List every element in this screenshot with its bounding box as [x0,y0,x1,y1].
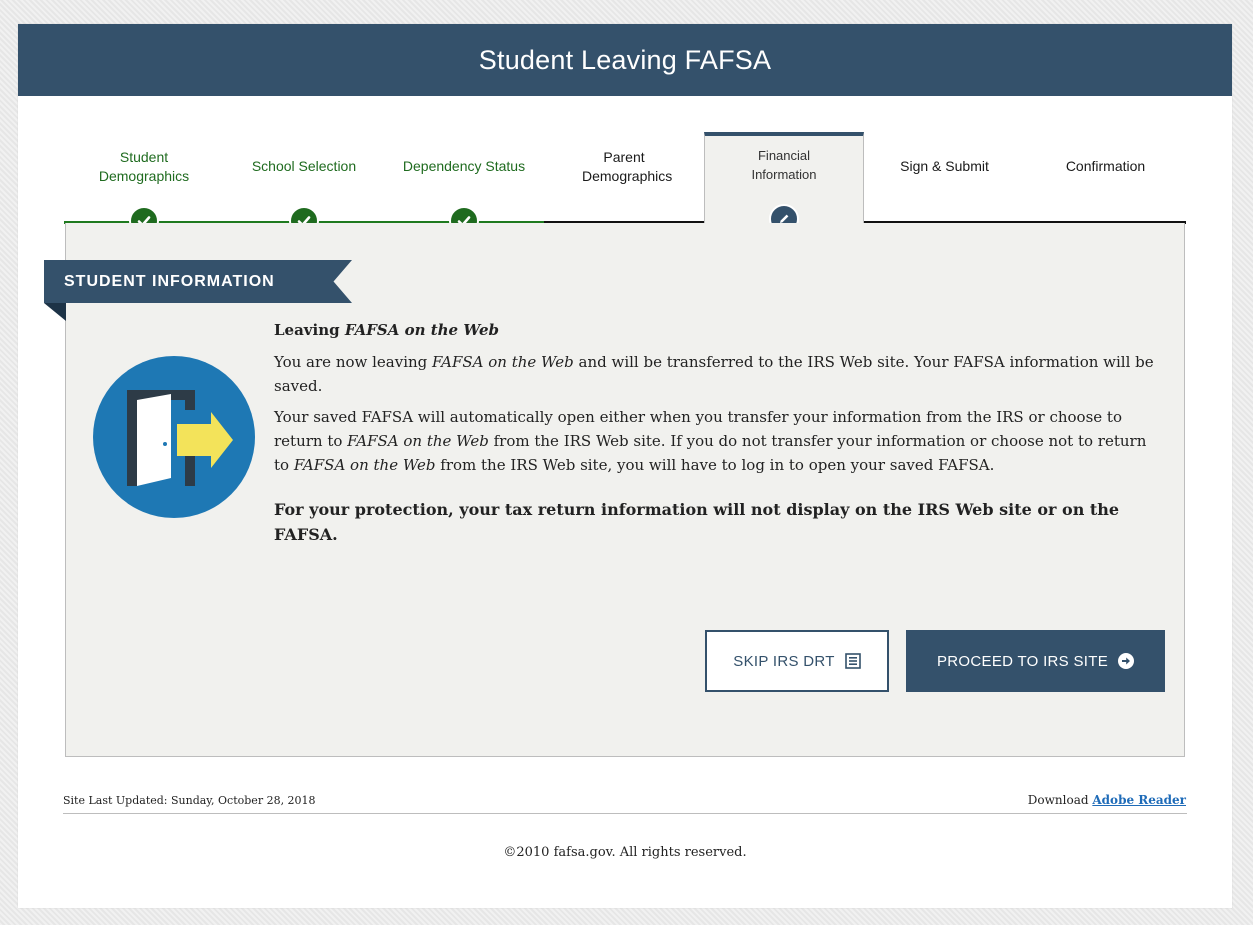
page-title-bar: Student Leaving FAFSA [18,24,1232,96]
section-title: STUDENT INFORMATION [64,272,275,290]
step-student-demographics[interactable]: Student Demographics [64,134,224,236]
step-label: Sign & Submit [900,158,989,174]
step-financial-information[interactable]: Financial Information [704,132,864,234]
content-paragraph-2: Your saved FAFSA will automatically open… [274,408,1147,474]
list-icon [844,653,861,669]
page-title: Student Leaving FAFSA [478,44,772,75]
content-heading: Leaving FAFSA on the Web [274,321,499,339]
copyright-text: ©2010 fafsa.gov. All rights reserved. [503,845,747,860]
content-paragraph-1: You are now leaving FAFSA on the Web and… [274,353,1154,395]
step-label: Dependency Status [402,158,526,174]
ribbon-fold [44,303,66,321]
download-adobe-reader: Download Adobe Reader [1027,793,1186,807]
step-school-selection[interactable]: School Selection [224,134,384,236]
proceed-to-irs-site-button[interactable]: PROCEED TO IRS SITE [906,630,1165,692]
leaving-door-icon [93,356,255,518]
step-label: Parent Demographics [582,149,673,184]
step-confirmation[interactable]: Confirmation [1025,134,1186,234]
progress-steps: Student Demographics School Selection De… [64,132,1186,236]
adobe-reader-link[interactable]: Adobe Reader [1092,793,1186,807]
content-text: Leaving FAFSA on the Web You are now lea… [274,318,1154,547]
arrow-circle-right-icon [1118,653,1134,669]
skip-irs-drt-button[interactable]: SKIP IRS DRT [705,630,889,692]
step-label: Financial Information [751,148,817,182]
step-label: Student Demographics [98,149,190,184]
section-ribbon: STUDENT INFORMATION [44,260,352,303]
page-container: Student Leaving FAFSA Student Demographi… [18,24,1232,908]
footer-divider [63,813,1187,814]
step-dependency-status[interactable]: Dependency Status [384,134,544,236]
site-last-updated: Site Last Updated: Sunday, October 28, 2… [63,794,316,807]
protection-notice: For your protection, your tax return inf… [274,500,1120,544]
step-label: Confirmation [1065,158,1146,174]
step-parent-demographics[interactable]: Parent Demographics [544,134,704,234]
step-label: School Selection [251,158,357,174]
step-sign-submit[interactable]: Sign & Submit [864,134,1025,234]
